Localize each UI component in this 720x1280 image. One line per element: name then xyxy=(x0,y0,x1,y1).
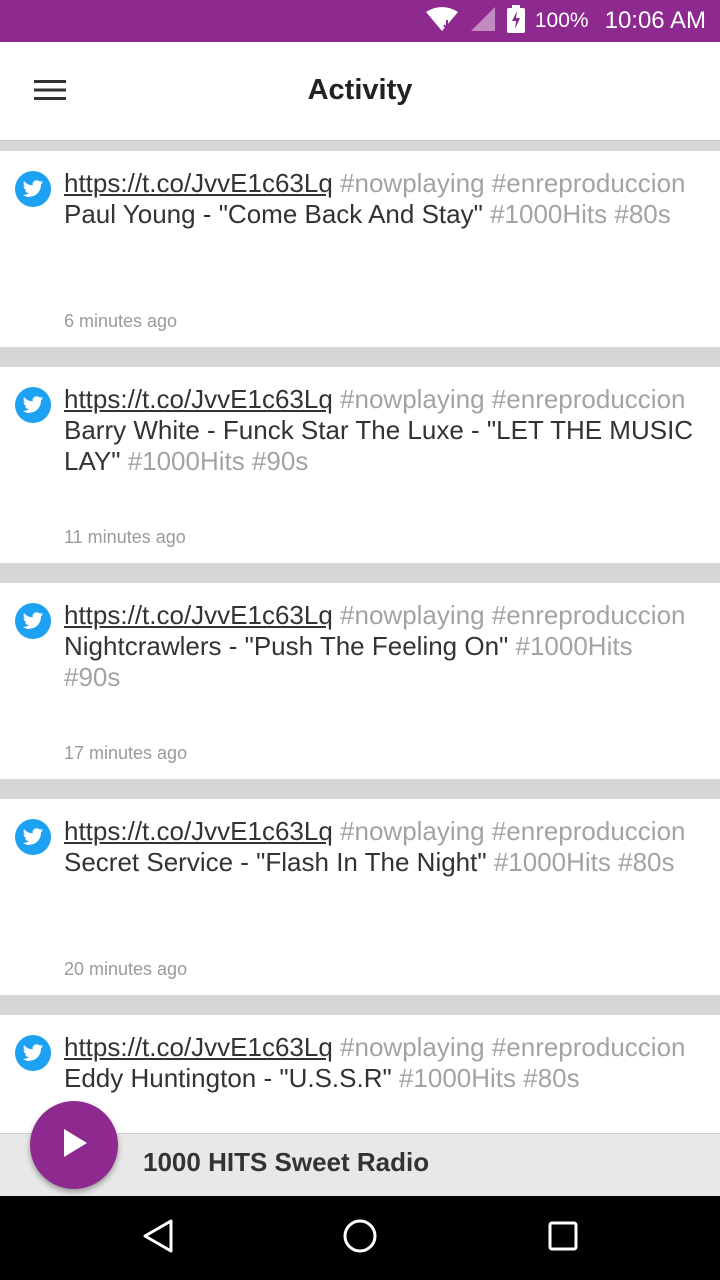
tweet-hashtags: #nowplaying #enreproduccion xyxy=(332,168,686,198)
status-clock: 10:06 AM xyxy=(604,7,706,34)
hamburger-menu-icon xyxy=(33,78,67,107)
battery-charging-icon xyxy=(506,4,525,38)
tweet-hashtags: #1000Hits #90s xyxy=(120,446,309,476)
tweet-hashtags: #nowplaying #enreproduccion xyxy=(332,600,686,630)
tweet-song: Nightcrawlers - "Push The Feeling On" xyxy=(64,631,509,661)
tweet-hashtags: #1000Hits #80s xyxy=(486,847,675,877)
tweet-text: https://t.co/JvvE1c63Lq #nowplaying #enr… xyxy=(64,600,694,693)
feed-item[interactable]: https://t.co/JvvE1c63Lq #nowplaying #enr… xyxy=(0,799,720,995)
tweet-hashtags: #nowplaying #enreproduccion xyxy=(332,1032,686,1062)
battery-percentage: 100% xyxy=(534,9,589,32)
tweet-timestamp: 20 minutes ago xyxy=(64,959,188,979)
back-triangle-icon xyxy=(141,1218,175,1259)
twitter-bird-icon xyxy=(15,387,51,423)
activity-feed[interactable]: https://t.co/JvvE1c63Lq #nowplaying #enr… xyxy=(0,141,720,1133)
tweet-text: https://t.co/JvvE1c63Lq #nowplaying #enr… xyxy=(64,816,694,878)
tweet-song: Secret Service - "Flash In The Night" xyxy=(64,847,487,877)
status-bar: 100% 10:06 AM xyxy=(0,0,720,42)
wifi-icon xyxy=(425,6,459,37)
tweet-hashtags: #1000Hits #80s xyxy=(391,1063,580,1093)
tweet-link[interactable]: https://t.co/JvvE1c63Lq xyxy=(64,1032,333,1062)
tweet-link[interactable]: https://t.co/JvvE1c63Lq xyxy=(64,600,333,630)
tweet-song: Paul Young - "Come Back And Stay" xyxy=(64,199,483,229)
tweet-timestamp: 17 minutes ago xyxy=(64,743,188,763)
twitter-bird-icon xyxy=(15,819,51,855)
menu-button[interactable] xyxy=(26,72,74,112)
tweet-timestamp: 11 minutes ago xyxy=(64,527,186,547)
twitter-bird-icon xyxy=(15,603,51,639)
play-button[interactable] xyxy=(30,1101,118,1189)
tweet-hashtags: #nowplaying #enreproduccion xyxy=(332,816,686,846)
feed-item[interactable]: https://t.co/JvvE1c63Lq #nowplaying #enr… xyxy=(0,583,720,779)
tweet-text: https://t.co/JvvE1c63Lq #nowplaying #enr… xyxy=(64,1032,694,1094)
tweet-link[interactable]: https://t.co/JvvE1c63Lq xyxy=(64,384,333,414)
tweet-link[interactable]: https://t.co/JvvE1c63Lq xyxy=(64,168,333,198)
page-title: Activity xyxy=(307,74,413,106)
tweet-timestamp: 6 minutes ago xyxy=(64,311,178,331)
system-nav-bar xyxy=(0,1196,720,1280)
station-name: 1000 HITS Sweet Radio xyxy=(143,1147,430,1177)
tweet-hashtags: #nowplaying #enreproduccion xyxy=(332,384,686,414)
recents-square-icon xyxy=(547,1220,579,1257)
tweet-hashtags: #1000Hits #80s xyxy=(482,199,671,229)
tweet-text: https://t.co/JvvE1c63Lq #nowplaying #enr… xyxy=(64,384,694,477)
signal-icon xyxy=(469,6,497,37)
feed-item[interactable]: https://t.co/JvvE1c63Lq #nowplaying #enr… xyxy=(0,151,720,347)
back-button[interactable] xyxy=(133,1213,183,1263)
twitter-bird-icon xyxy=(15,1035,51,1071)
home-circle-icon xyxy=(342,1218,378,1259)
home-button[interactable] xyxy=(335,1213,385,1263)
tweet-song: Eddy Huntington - "U.S.S.R" xyxy=(64,1063,392,1093)
recents-button[interactable] xyxy=(538,1213,588,1263)
twitter-bird-icon xyxy=(15,171,51,207)
app-bar: Activity xyxy=(0,42,720,141)
tweet-link[interactable]: https://t.co/JvvE1c63Lq xyxy=(64,816,333,846)
feed-item[interactable]: https://t.co/JvvE1c63Lq #nowplaying #enr… xyxy=(0,367,720,563)
play-icon xyxy=(59,1127,89,1164)
feed-item[interactable]: https://t.co/JvvE1c63Lq #nowplaying #enr… xyxy=(0,1015,720,1133)
tweet-text: https://t.co/JvvE1c63Lq #nowplaying #enr… xyxy=(64,168,694,230)
